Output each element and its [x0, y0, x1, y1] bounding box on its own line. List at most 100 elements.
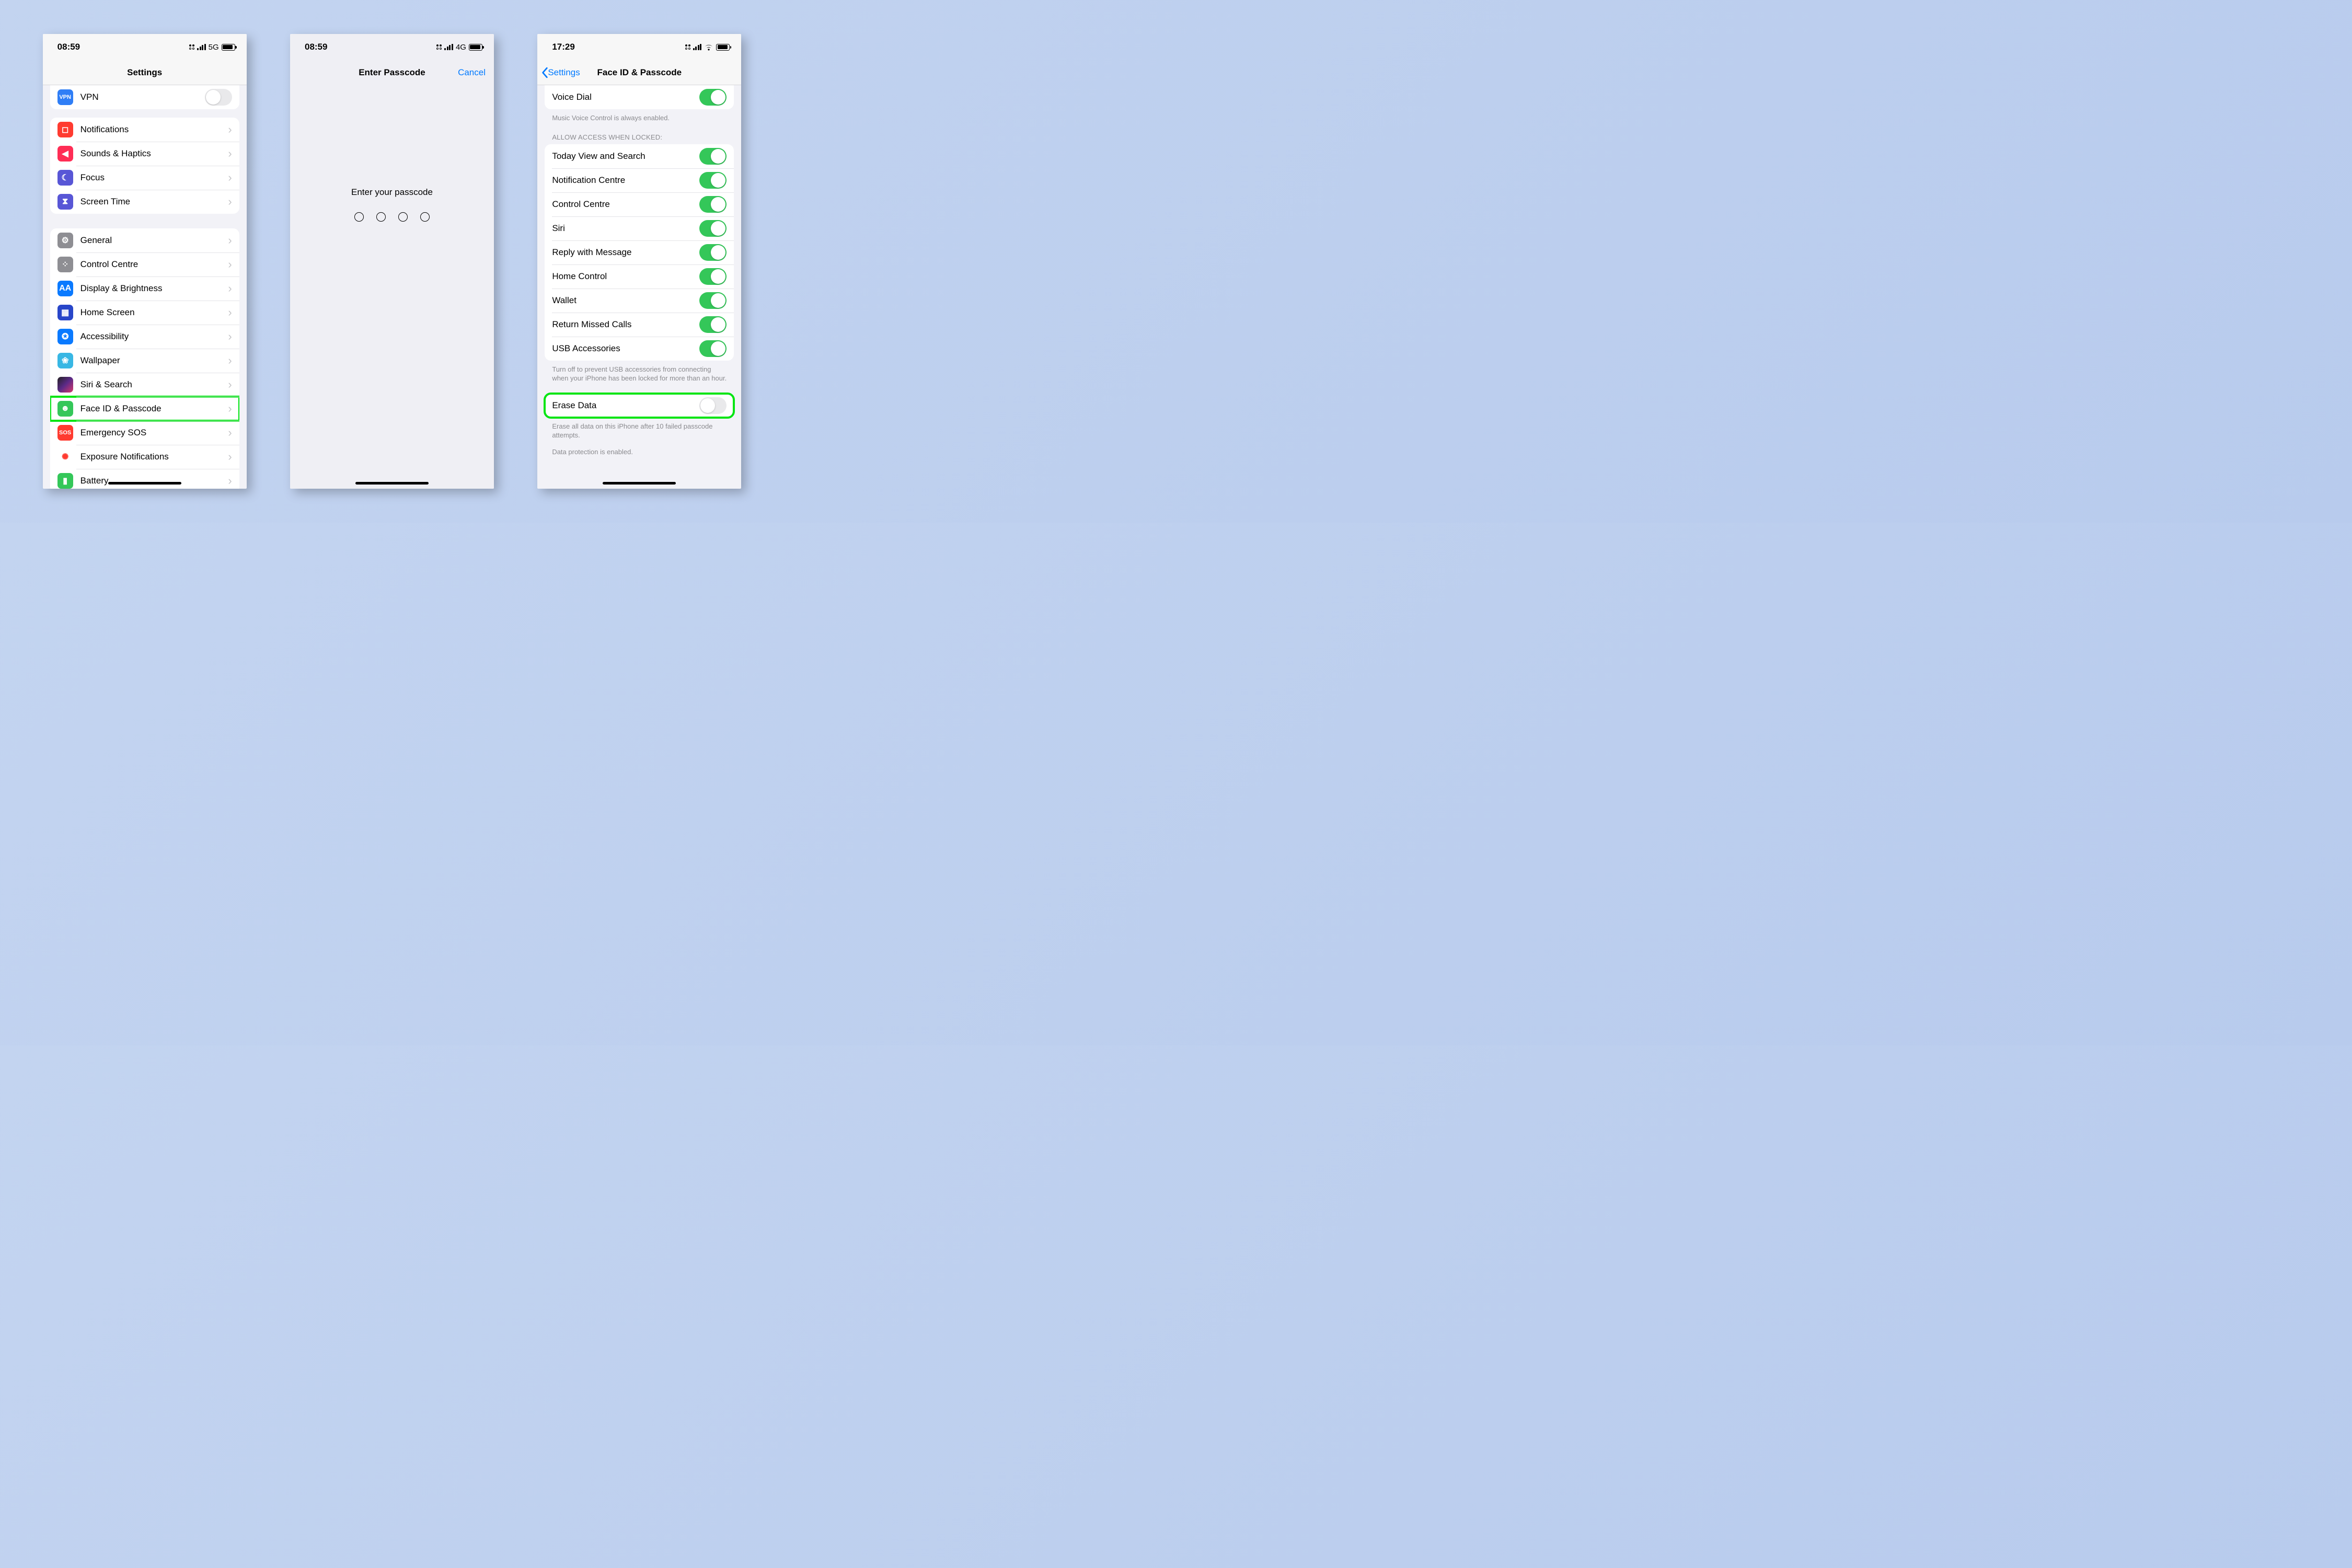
passcode-prompt: Enter your passcode: [351, 187, 433, 198]
row-label: Notification Centre: [552, 175, 699, 186]
row-voice-dial[interactable]: Voice Dial: [545, 85, 734, 109]
row-erase-data[interactable]: Erase Data: [545, 394, 734, 418]
row-exposure[interactable]: ✺Exposure Notifications›: [50, 445, 239, 469]
row-reply[interactable]: Reply with Message: [545, 240, 734, 264]
passcode-dot: [376, 212, 386, 222]
row-missed[interactable]: Return Missed Calls: [545, 313, 734, 337]
chevron-right-icon: ›: [228, 171, 232, 185]
erase-data-toggle[interactable]: [699, 397, 727, 414]
phone-passcode: 08:59 4G Enter Passcode Cancel Enter you…: [290, 34, 494, 489]
row-label: Accessibility: [80, 331, 225, 342]
network-label: 4G: [456, 43, 466, 52]
settings-content[interactable]: VPN VPN ◻Notifications› ◀ Sounds & Haptics…: [43, 85, 247, 489]
vpn-icon: VPN: [57, 89, 73, 105]
row-display[interactable]: AADisplay & Brightness›: [50, 276, 239, 301]
today-toggle[interactable]: [699, 148, 727, 165]
chevron-right-icon: ›: [228, 450, 232, 464]
row-label: Voice Dial: [552, 92, 699, 102]
voice-dial-toggle[interactable]: [699, 89, 727, 106]
status-right: [685, 44, 730, 51]
row-label: Erase Data: [552, 400, 699, 411]
row-general[interactable]: ⚙General›: [50, 228, 239, 252]
control-icon: ⁘: [57, 257, 73, 272]
access-icon: ✪: [57, 329, 73, 344]
row-sounds[interactable]: ◀ Sounds & Haptics›: [50, 142, 239, 166]
cellular-signal-icon: [444, 44, 453, 50]
passcode-area: Enter your passcode: [290, 85, 494, 489]
row-sos[interactable]: SOS Emergency SOS›: [50, 421, 239, 445]
row-faceid[interactable]: ☻ Face ID & Passcode›: [50, 397, 239, 421]
row-label: Exposure Notifications: [80, 452, 225, 462]
row-label: Siri & Search: [80, 379, 225, 390]
chevron-right-icon: ›: [228, 258, 232, 271]
chevron-right-icon: ›: [228, 402, 232, 416]
group-vpn: VPN VPN: [50, 85, 239, 109]
general-icon: ⚙: [57, 233, 73, 248]
wallet-toggle[interactable]: [699, 292, 727, 309]
homec-toggle[interactable]: [699, 268, 727, 285]
cancel-button[interactable]: Cancel: [458, 67, 486, 78]
notifc-toggle[interactable]: [699, 172, 727, 189]
screentime-icon: ⧗: [57, 194, 73, 210]
row-siri[interactable]: Siri & Search›: [50, 373, 239, 397]
chevron-right-icon: ›: [228, 195, 232, 209]
passcode-dot: [420, 212, 430, 222]
reply-toggle[interactable]: [699, 244, 727, 261]
row-ccentre[interactable]: Control Centre: [545, 192, 734, 216]
row-label: Face ID & Passcode: [80, 403, 225, 414]
row-vpn[interactable]: VPN VPN: [50, 85, 239, 109]
passcode-dots: [354, 212, 430, 222]
row-focus[interactable]: ☾Focus›: [50, 166, 239, 190]
vpn-toggle[interactable]: [205, 89, 232, 106]
erase-footer: Erase all data on this iPhone after 10 f…: [537, 418, 741, 440]
allow-header: ALLOW ACCESS WHEN LOCKED:: [537, 123, 741, 144]
battery-icon: ▮: [57, 473, 73, 489]
row-wallet[interactable]: Wallet: [545, 289, 734, 313]
faceid-content[interactable]: Voice Dial Music Voice Control is always…: [537, 85, 741, 489]
row-homec[interactable]: Home Control: [545, 264, 734, 289]
chevron-right-icon: ›: [228, 234, 232, 247]
sounds-icon: ◀: [57, 146, 73, 162]
missed-toggle[interactable]: [699, 316, 727, 333]
status-time: 08:59: [305, 42, 327, 52]
status-bar: 08:59 4G: [290, 34, 494, 60]
row-usb[interactable]: USB Accessories: [545, 337, 734, 361]
row-label: VPN: [80, 92, 205, 102]
row-label: Display & Brightness: [80, 283, 225, 294]
home-indicator[interactable]: [108, 482, 181, 485]
network-label: 5G: [209, 43, 219, 52]
row-today[interactable]: Today View and Search: [545, 144, 734, 168]
chevron-right-icon: ›: [228, 147, 232, 160]
row-label: Emergency SOS: [80, 428, 225, 438]
chevron-right-icon: ›: [228, 426, 232, 440]
home-indicator[interactable]: [355, 482, 429, 485]
row-home[interactable]: ▦Home Screen›: [50, 301, 239, 325]
row-screentime[interactable]: ⧗Screen Time›: [50, 190, 239, 214]
usb-toggle[interactable]: [699, 340, 727, 357]
status-right: 4G: [436, 43, 482, 52]
row-label: Wallpaper: [80, 355, 225, 366]
faceid-icon: ☻: [57, 401, 73, 417]
row-battery[interactable]: ▮Battery›: [50, 469, 239, 489]
status-time: 17:29: [552, 42, 574, 52]
passcode-dot: [354, 212, 364, 222]
row-siri[interactable]: Siri: [545, 216, 734, 240]
row-label: Home Control: [552, 271, 699, 282]
siri-toggle[interactable]: [699, 220, 727, 237]
row-access[interactable]: ✪Accessibility›: [50, 325, 239, 349]
row-wall[interactable]: ❀Wallpaper›: [50, 349, 239, 373]
group-voice-dial: Voice Dial: [545, 85, 734, 109]
home-indicator[interactable]: [603, 482, 676, 485]
battery-icon: [222, 44, 235, 51]
cellular-signal-icon: [197, 44, 206, 50]
row-label: Sounds & Haptics: [80, 148, 225, 159]
row-label: Focus: [80, 172, 225, 183]
row-notifc[interactable]: Notification Centre: [545, 168, 734, 192]
sos-icon: SOS: [57, 425, 73, 441]
ccentre-toggle[interactable]: [699, 196, 727, 213]
row-notifications[interactable]: ◻Notifications›: [50, 118, 239, 142]
phone-faceid: 17:29 Settings Face ID & Passcode Voice …: [537, 34, 741, 489]
row-label: Reply with Message: [552, 247, 699, 258]
row-control[interactable]: ⁘Control Centre›: [50, 252, 239, 276]
back-button[interactable]: Settings: [541, 67, 580, 78]
